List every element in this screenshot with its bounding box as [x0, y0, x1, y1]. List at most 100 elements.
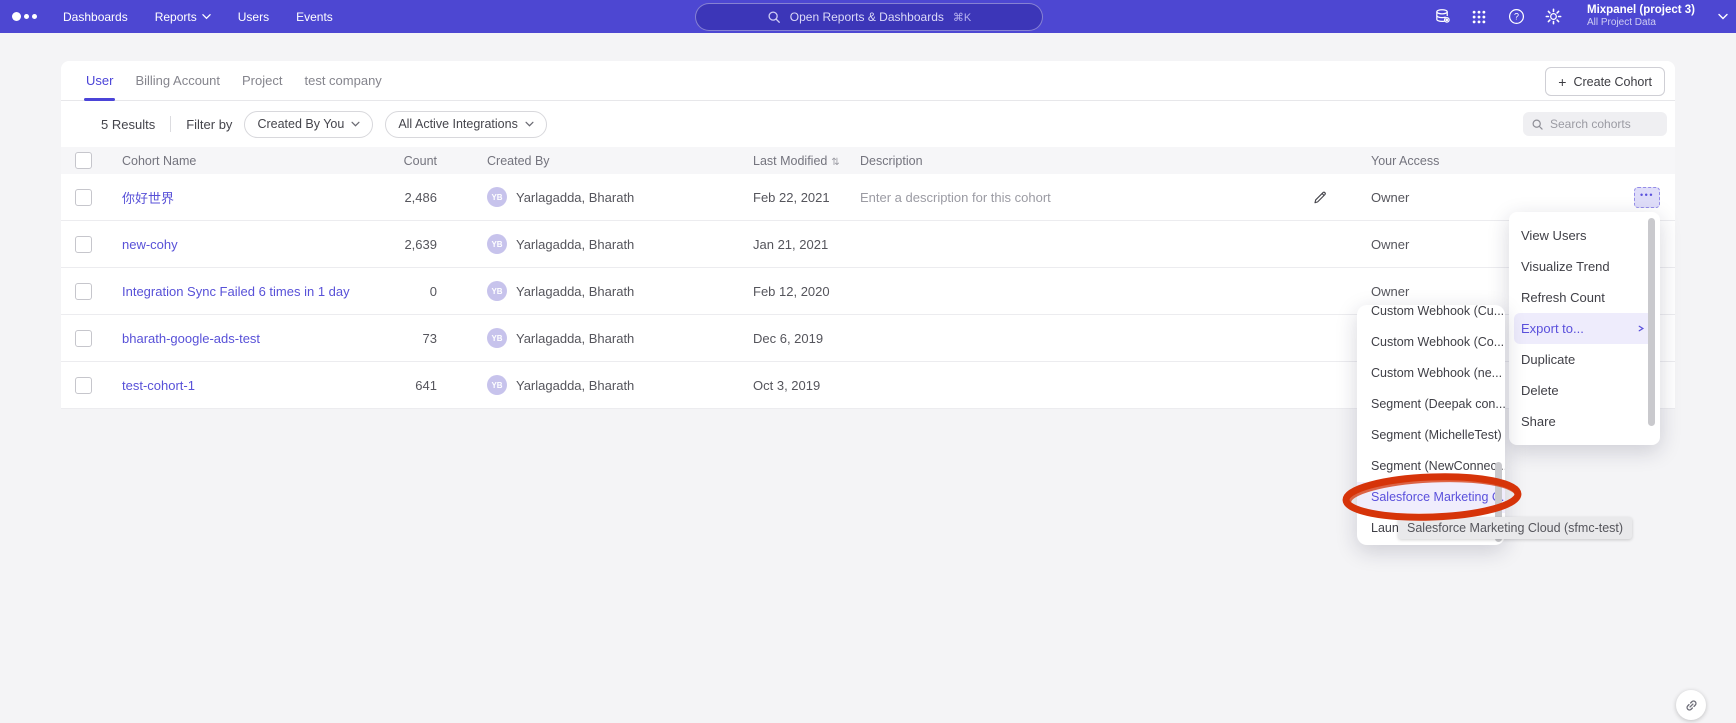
nav-item-reports[interactable]: Reports — [155, 10, 211, 24]
row-context-menu: View UsersVisualize TrendRefresh CountEx… — [1509, 212, 1660, 445]
last-modified-date: Jan 21, 2021 — [753, 237, 860, 252]
tab-test-company[interactable]: test company — [293, 61, 392, 100]
cohort-count: 641 — [366, 378, 437, 393]
export-option-custom-webhook-co[interactable]: Custom Webhook (Co... — [1357, 327, 1505, 358]
last-modified-date: Oct 3, 2019 — [753, 378, 860, 393]
creator-name: Yarlagadda, Bharath — [516, 378, 634, 393]
project-switcher[interactable]: Mixpanel (project 3) All Project Data — [1587, 4, 1695, 29]
project-chevron-down-icon[interactable] — [1718, 13, 1728, 20]
select-all-checkbox[interactable] — [75, 152, 92, 169]
ellipsis-icon: ••• — [1640, 191, 1654, 200]
settings-gear-icon[interactable] — [1544, 8, 1562, 26]
tab-user[interactable]: User — [75, 61, 124, 100]
table-header: Cohort Name Count Created By Last Modifi… — [61, 147, 1675, 174]
creator-name: Yarlagadda, Bharath — [516, 284, 634, 299]
created-by-filter[interactable]: Created By You — [244, 111, 373, 138]
export-destination-tooltip: Salesforce Marketing Cloud (sfmc-test) — [1398, 517, 1632, 539]
row-checkbox[interactable] — [75, 283, 92, 300]
menu-item-share[interactable]: Share — [1509, 406, 1660, 437]
cohort-count: 0 — [366, 284, 437, 299]
cohort-name-link[interactable]: bharath-google-ads-test — [122, 331, 260, 346]
search-icon — [767, 10, 781, 24]
creator-name: Yarlagadda, Bharath — [516, 331, 634, 346]
cohort-count: 2,639 — [366, 237, 437, 252]
header-cohort-name[interactable]: Cohort Name — [122, 154, 366, 168]
table-row: 你好世界 2,486 YB Yarlagadda, Bharath Feb 22… — [61, 174, 1675, 221]
export-option-custom-webhook-cu[interactable]: Custom Webhook (Cu... — [1357, 305, 1505, 327]
search-cohorts-placeholder: Search cohorts — [1550, 117, 1631, 131]
row-checkbox[interactable] — [75, 236, 92, 253]
integrations-filter[interactable]: All Active Integrations — [385, 111, 547, 138]
menu-item-visualize-trend[interactable]: Visualize Trend — [1509, 251, 1660, 282]
link-icon — [1683, 697, 1700, 714]
search-cohorts-input[interactable]: Search cohorts — [1523, 112, 1667, 136]
create-cohort-button[interactable]: + Create Cohort — [1545, 67, 1665, 96]
header-description[interactable]: Description — [860, 154, 1300, 168]
avatar: YB — [487, 187, 507, 207]
last-modified-date: Dec 6, 2019 — [753, 331, 860, 346]
edit-description-pencil-icon[interactable] — [1312, 189, 1328, 205]
cohort-name-link[interactable]: new-cohy — [122, 237, 178, 252]
help-icon[interactable]: ? — [1507, 8, 1525, 26]
row-actions-button[interactable]: ••• — [1634, 187, 1660, 208]
cohort-tabs: UserBilling AccountProjecttest company +… — [61, 61, 1675, 101]
tab-project[interactable]: Project — [231, 61, 293, 100]
access-level: Owner — [1340, 190, 1590, 205]
chevron-down-icon — [202, 13, 211, 20]
menu-item-duplicate[interactable]: Duplicate — [1509, 344, 1660, 375]
link-button[interactable] — [1676, 690, 1706, 720]
row-checkbox[interactable] — [75, 330, 92, 347]
cohort-name-link[interactable]: 你好世界 — [122, 191, 174, 206]
header-last-modified[interactable]: Last Modified⇅ — [753, 154, 860, 168]
menu-item-export-to[interactable]: Export to... — [1514, 313, 1655, 344]
nav-item-events[interactable]: Events — [296, 10, 333, 24]
nav-item-dashboards[interactable]: Dashboards — [63, 10, 128, 24]
avatar: YB — [487, 328, 507, 348]
nav-item-users[interactable]: Users — [238, 10, 269, 24]
creator-name: Yarlagadda, Bharath — [516, 190, 634, 205]
cohort-count: 2,486 — [366, 190, 437, 205]
sort-icon: ⇅ — [831, 157, 839, 168]
header-created-by[interactable]: Created By — [437, 154, 753, 168]
creator-name: Yarlagadda, Bharath — [516, 237, 634, 252]
avatar: YB — [487, 375, 507, 395]
cohort-name-link[interactable]: Integration Sync Failed 6 times in 1 day — [122, 284, 350, 299]
export-option-salesforce-marketing-c[interactable]: Salesforce Marketing C... — [1357, 482, 1505, 513]
global-search-placeholder: Open Reports & Dashboards — [790, 10, 944, 24]
last-modified-date: Feb 22, 2021 — [753, 190, 860, 205]
project-name: Mixpanel (project 3) — [1587, 4, 1695, 17]
export-option-segment-newconnec[interactable]: Segment (NewConnec... — [1357, 451, 1505, 482]
cohort-name-link[interactable]: test-cohort-1 — [122, 378, 195, 393]
plus-icon: + — [1558, 75, 1566, 89]
last-modified-date: Feb 12, 2020 — [753, 284, 860, 299]
description-input[interactable]: Enter a description for this cohort — [860, 190, 1051, 205]
row-checkbox[interactable] — [75, 189, 92, 206]
menu-item-refresh-count[interactable]: Refresh Count — [1509, 282, 1660, 313]
nav-menu: Dashboards Reports Users Events — [63, 10, 333, 24]
row-checkbox[interactable] — [75, 377, 92, 394]
export-option-segment-michelletest[interactable]: Segment (MichelleTest) — [1357, 420, 1505, 451]
table-row: new-cohy 2,639 YB Yarlagadda, Bharath Ja… — [61, 221, 1675, 268]
top-nav: Dashboards Reports Users Events Open Report… — [0, 0, 1736, 33]
filter-toolbar: 5 Results Filter by Created By You All A… — [61, 101, 1675, 147]
mixpanel-logo-icon[interactable] — [12, 12, 37, 21]
global-search-bar[interactable]: Open Reports & Dashboards ⌘K — [695, 3, 1043, 31]
data-management-icon[interactable] — [1433, 8, 1451, 26]
header-your-access[interactable]: Your Access — [1340, 154, 1590, 168]
chevron-down-icon — [525, 121, 534, 127]
apps-grid-icon[interactable] — [1470, 8, 1488, 26]
menu-item-view-users[interactable]: View Users — [1509, 220, 1660, 251]
menu-scrollbar[interactable] — [1648, 218, 1655, 426]
export-option-custom-webhook-ne[interactable]: Custom Webhook (ne... — [1357, 358, 1505, 389]
export-option-segment-deepak-con[interactable]: Segment (Deepak con... — [1357, 389, 1505, 420]
tab-billing-account[interactable]: Billing Account — [124, 61, 231, 100]
avatar: YB — [487, 234, 507, 254]
svg-text:?: ? — [1514, 12, 1519, 22]
avatar: YB — [487, 281, 507, 301]
chevron-down-icon — [351, 121, 360, 127]
project-scope: All Project Data — [1587, 17, 1695, 29]
menu-item-delete[interactable]: Delete — [1509, 375, 1660, 406]
filter-by-label: Filter by — [186, 117, 232, 132]
results-count: 5 Results — [101, 117, 155, 132]
header-count[interactable]: Count — [366, 154, 437, 168]
